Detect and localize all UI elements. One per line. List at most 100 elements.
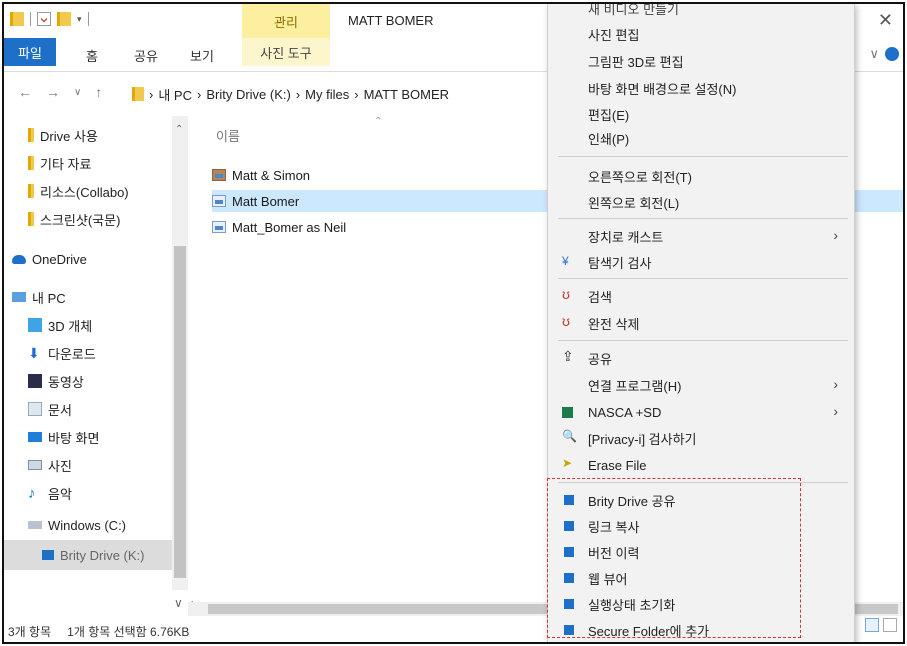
list-item[interactable]: Matt & Simon xyxy=(212,164,412,186)
menu-item-print[interactable]: 인쇄(P) xyxy=(548,126,854,150)
menu-item-version-history[interactable]: 버전 이력 xyxy=(548,540,854,564)
sidebar-item-other-materials[interactable]: 기타 자료 xyxy=(28,152,91,174)
sidebar-item-drive-usage[interactable]: Drive 사용 xyxy=(28,124,98,146)
menu-item-reset-state[interactable]: 실행상태 초기화 xyxy=(548,592,854,616)
menu-item-label: 오른쪽으로 회전(T) xyxy=(588,169,692,185)
sidebar-item-downloads[interactable]: ⬇ 다운로드 xyxy=(28,342,96,364)
navpane-scrollbar[interactable] xyxy=(172,116,188,590)
sidebar-item-screenshots[interactable]: 스크린샷(국문) xyxy=(28,208,120,230)
menu-item-edit[interactable]: 편집(E) xyxy=(548,102,854,126)
menu-item-search[interactable]: ʊ 검색 xyxy=(548,284,854,308)
new-folder-icon[interactable] xyxy=(57,12,71,26)
sidebar-item-resources[interactable]: 리소스(Collabo) xyxy=(28,180,129,202)
menu-item-cast-to-device[interactable]: 장치로 캐스트 › xyxy=(548,224,854,248)
sort-indicator-icon: ⌃ xyxy=(374,116,383,127)
recent-locations-icon[interactable]: ∨ xyxy=(74,87,81,100)
folder-icon[interactable] xyxy=(10,12,24,26)
menu-item-erase-file[interactable]: ➤ Erase File xyxy=(548,453,854,477)
menu-item-label: 완전 삭제 xyxy=(588,316,640,332)
properties-icon[interactable] xyxy=(37,12,51,26)
menu-item-label: Secure Folder에 추가 xyxy=(588,623,710,639)
sidebar-item-label: Windows (C:) xyxy=(48,517,127,533)
menu-item-open-with[interactable]: 연결 프로그램(H) › xyxy=(548,373,854,397)
tab-photo-tools[interactable]: 사진 도구 xyxy=(242,38,330,66)
menu-item-copy-link[interactable]: 링크 복사 xyxy=(548,514,854,538)
sidebar-item-label: Drive 사용 xyxy=(40,128,98,144)
customize-toolbar-icon[interactable]: ▾ xyxy=(77,14,82,25)
column-header-name[interactable]: 이름 xyxy=(216,126,240,145)
drive-icon xyxy=(28,521,42,529)
tab-home[interactable]: 홈 xyxy=(86,46,98,65)
list-item[interactable]: Matt_Bomer as Neil xyxy=(212,216,412,238)
window-title: MATT BOMER xyxy=(348,13,434,28)
manage-tab[interactable]: 관리 xyxy=(242,4,330,38)
help-icon[interactable] xyxy=(885,47,899,61)
sidebar-item-desktop[interactable]: 바탕 화면 xyxy=(28,426,99,448)
sidebar-item-label: Brity Drive (K:) xyxy=(60,547,145,563)
menu-item-add-secure-folder[interactable]: Secure Folder에 추가 xyxy=(548,618,854,642)
up-icon[interactable]: ↑ xyxy=(95,84,102,100)
menu-item-set-wallpaper[interactable]: 바탕 화면 배경으로 설정(N) xyxy=(548,76,854,100)
breadcrumb-item[interactable]: My files xyxy=(305,87,349,102)
scrollbar-thumb[interactable] xyxy=(174,246,186,578)
scroll-up-icon[interactable]: ⌃ xyxy=(175,124,183,135)
sidebar-item-label: 바탕 화면 xyxy=(48,430,100,446)
sidebar-item-pictures[interactable]: 사진 xyxy=(28,454,72,476)
view-buttons xyxy=(865,618,897,632)
sidebar-item-onedrive[interactable]: OneDrive xyxy=(12,248,87,270)
menu-item-label: 편집(E) xyxy=(588,107,630,123)
menu-item-privacy-scan[interactable]: 🔍 [Privacy-i] 검사하기 xyxy=(548,426,854,450)
menu-item-rotate-left[interactable]: 왼쪽으로 회전(L) xyxy=(548,190,854,214)
tab-share[interactable]: 공유 xyxy=(134,46,158,65)
folder-icon xyxy=(28,156,34,170)
pictures-icon xyxy=(28,460,42,470)
menu-item-label: 실행상태 초기화 xyxy=(588,597,676,613)
image-file-icon xyxy=(212,195,226,207)
navigation-pane: Drive 사용 기타 자료 리소스(Collabo) 스크린샷(국문) One… xyxy=(4,116,188,602)
privacy-icon: 🔍 xyxy=(562,429,577,443)
menu-item-brity-share[interactable]: Brity Drive 공유 xyxy=(548,488,854,512)
menu-item-rotate-right[interactable]: 오른쪽으로 회전(T) xyxy=(548,164,854,188)
menu-item-nasca[interactable]: NASCA +SD › xyxy=(548,400,854,424)
menu-item-web-viewer[interactable]: 웹 뷰어 xyxy=(548,566,854,590)
folder-icon xyxy=(28,184,34,198)
menu-item-secure-delete[interactable]: ʊ 완전 삭제 xyxy=(548,311,854,335)
menu-item-label: 링크 복사 xyxy=(588,519,640,535)
breadcrumb-item[interactable]: 내 PC xyxy=(158,85,192,104)
breadcrumb-separator: › xyxy=(295,86,301,102)
forward-icon[interactable]: → xyxy=(46,84,60,100)
breadcrumb-separator: › xyxy=(196,86,202,102)
tab-view[interactable]: 보기 xyxy=(190,46,214,65)
details-view-icon[interactable] xyxy=(865,618,879,632)
nasca-icon xyxy=(562,407,573,418)
close-icon[interactable]: ✕ xyxy=(878,10,893,31)
breadcrumb[interactable]: › 내 PC › Brity Drive (K:) › My files › M… xyxy=(132,82,552,106)
tab-file[interactable]: 파일 xyxy=(4,38,56,66)
menu-item-edit-paint3d[interactable]: 그림판 3D로 편집 xyxy=(548,49,854,73)
menu-divider xyxy=(558,340,848,341)
sidebar-item-label: 스크린샷(국문) xyxy=(40,212,121,228)
breadcrumb-item[interactable]: Brity Drive (K:) xyxy=(206,87,291,102)
menu-item-create-video[interactable]: 새 비디오 만들기 xyxy=(548,4,854,20)
sidebar-item-windows-c[interactable]: Windows (C:) xyxy=(28,514,126,536)
menu-item-label: Brity Drive 공유 xyxy=(588,493,676,509)
back-icon[interactable]: ← xyxy=(18,84,32,100)
expand-ribbon-icon[interactable]: ∨ xyxy=(869,46,879,62)
v3-icon: ʊ xyxy=(562,313,570,329)
large-icons-view-icon[interactable] xyxy=(883,618,897,632)
sidebar-item-documents[interactable]: 문서 xyxy=(28,398,72,420)
menu-divider xyxy=(558,218,848,219)
sidebar-item-music[interactable]: ♪ 음악 xyxy=(28,482,72,504)
image-file-icon xyxy=(212,221,226,233)
menu-item-share[interactable]: ⇪ 공유 xyxy=(548,346,854,370)
sidebar-item-3d-objects[interactable]: 3D 개체 xyxy=(28,314,92,336)
menu-item-label: NASCA +SD xyxy=(588,404,662,420)
sidebar-item-videos[interactable]: 동영상 xyxy=(28,370,84,392)
breadcrumb-item[interactable]: MATT BOMER xyxy=(364,87,449,102)
sidebar-item-brity-drive[interactable]: Brity Drive (K:) xyxy=(42,544,145,566)
menu-item-label: 탐색기 검사 xyxy=(588,255,652,271)
menu-item-edit-photo[interactable]: 사진 편집 xyxy=(548,22,854,46)
sidebar-item-label: OneDrive xyxy=(32,251,87,267)
menu-item-explorer-scan[interactable]: ¥ 탐색기 검사 xyxy=(548,250,854,274)
sidebar-item-this-pc[interactable]: 내 PC xyxy=(12,286,66,308)
